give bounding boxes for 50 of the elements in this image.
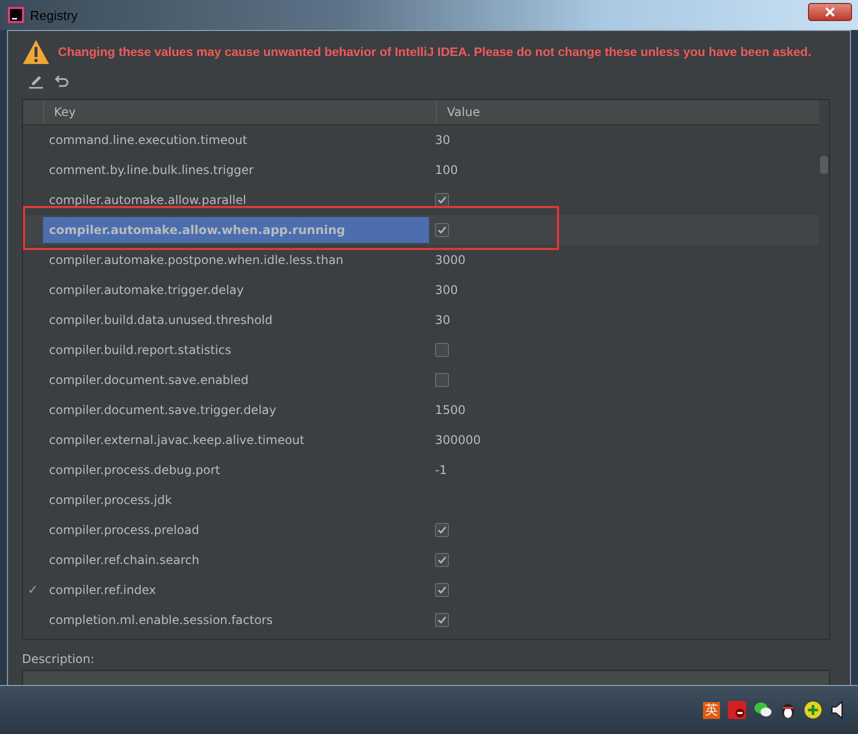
tray-icon[interactable] [728,701,746,719]
penguin-icon[interactable] [780,701,796,719]
registry-key[interactable]: compiler.ref.index [43,577,429,603]
description-label: Description: [21,650,96,668]
column-header[interactable]: Key [44,100,437,124]
close-button[interactable] [808,3,852,21]
checkbox[interactable] [435,373,449,387]
registry-key[interactable]: compiler.ref.chain.search [43,547,429,573]
plus-icon[interactable] [804,701,822,719]
modified-marker: ✓ [28,582,38,598]
value-cell[interactable]: 300 [429,283,458,297]
chat-bubble-icon[interactable] [754,702,772,718]
registry-key[interactable]: comment.by.line.bulk.lines.trigger [43,157,429,183]
value-cell[interactable]: 30 [429,133,450,147]
checkbox[interactable] [435,523,449,537]
value-cell[interactable]: 3000 [429,253,466,267]
value-cell[interactable]: 1500 [429,403,466,417]
checkbox[interactable] [435,223,449,237]
registry-key[interactable]: compiler.document.save.enabled [43,367,429,393]
registry-key[interactable]: compiler.process.debug.port [43,457,429,483]
value-cell[interactable]: -1 [429,463,447,477]
column-header[interactable]: Value [437,100,480,124]
edit-icon[interactable] [28,73,44,89]
checkbox[interactable] [435,343,449,357]
warning-message: Changing these values may cause unwanted behavior of IntelliJ IDEA. Please do not change these unless you have been asked. [58,45,812,59]
scrollbar-thumb[interactable] [820,156,828,174]
app-icon [8,7,24,23]
checkbox[interactable] [435,553,449,567]
registry-key[interactable]: compiler.document.save.trigger.delay [43,397,429,423]
value-cell[interactable]: 100 [429,163,458,177]
checkbox[interactable] [435,613,449,627]
registry-key[interactable]: compiler.external.javac.keep.alive.timeout [43,427,429,453]
close-icon[interactable] [824,7,836,17]
registry-key[interactable]: compiler.build.data.unused.threshold [43,307,429,333]
value-cell[interactable]: 300000 [429,433,481,447]
registry-key[interactable]: compiler.automake.trigger.delay [43,277,429,303]
input-method-indicator[interactable]: 英 [703,702,720,718]
registry-key[interactable]: completion.ml.enable.session.factors [43,607,429,633]
registry-key[interactable]: compiler.process.jdk [43,487,429,513]
window-title: Registry [30,8,78,22]
undo-icon[interactable] [54,73,70,89]
registry-key[interactable]: compiler.automake.postpone.when.idle.less.than [43,247,429,273]
registry-key[interactable]: compiler.build.report.statistics [43,337,429,363]
checkbox[interactable] [435,583,449,597]
checkbox[interactable] [435,193,449,207]
value-cell[interactable]: 30 [429,313,450,327]
registry-key[interactable]: command.line.execution.timeout [43,127,429,153]
warning-icon [22,39,50,65]
registry-key[interactable]: compiler.process.preload [43,517,429,543]
registry-key[interactable]: compiler.automake.allow.parallel [43,187,429,213]
